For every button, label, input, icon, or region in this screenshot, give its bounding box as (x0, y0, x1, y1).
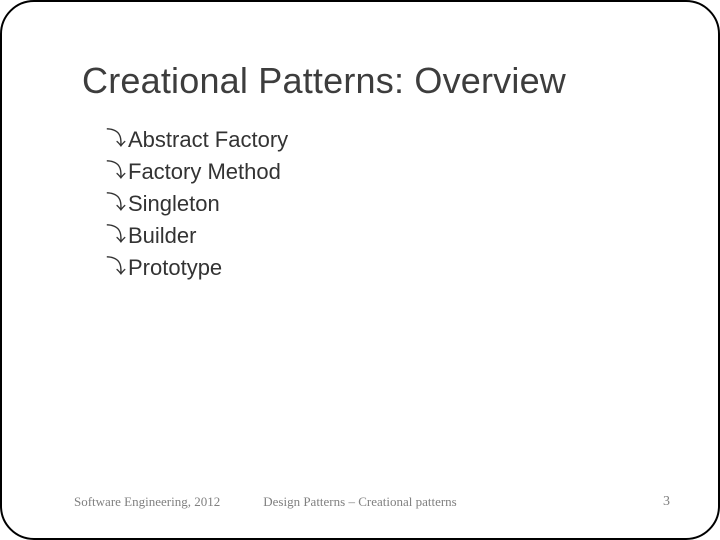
list-item-label: Prototype (128, 252, 222, 284)
bullet-icon: ⤵ (106, 125, 126, 154)
bullet-icon: ⤵ (106, 157, 126, 186)
list-item-label: Builder (128, 220, 196, 252)
list-item-label: Abstract Factory (128, 124, 288, 156)
bullet-icon: ⤵ (106, 189, 126, 218)
list-item: ⤵ Abstract Factory (106, 124, 288, 156)
list-item-label: Factory Method (128, 156, 281, 188)
list-item: ⤵ Prototype (106, 252, 288, 284)
list-item: ⤵ Singleton (106, 188, 288, 220)
slide-number: 3 (663, 494, 670, 510)
footer-center: Design Patterns – Creational patterns (2, 494, 718, 510)
list-item: ⤵ Factory Method (106, 156, 288, 188)
list-item: ⤵ Builder (106, 220, 288, 252)
bullet-icon: ⤵ (106, 253, 126, 282)
list-item-label: Singleton (128, 188, 220, 220)
pattern-list: ⤵ Abstract Factory ⤵ Factory Method ⤵ Si… (106, 124, 288, 283)
slide-title: Creational Patterns: Overview (82, 60, 566, 102)
slide-frame: Creational Patterns: Overview ⤵ Abstract… (0, 0, 720, 540)
bullet-icon: ⤵ (106, 221, 126, 250)
